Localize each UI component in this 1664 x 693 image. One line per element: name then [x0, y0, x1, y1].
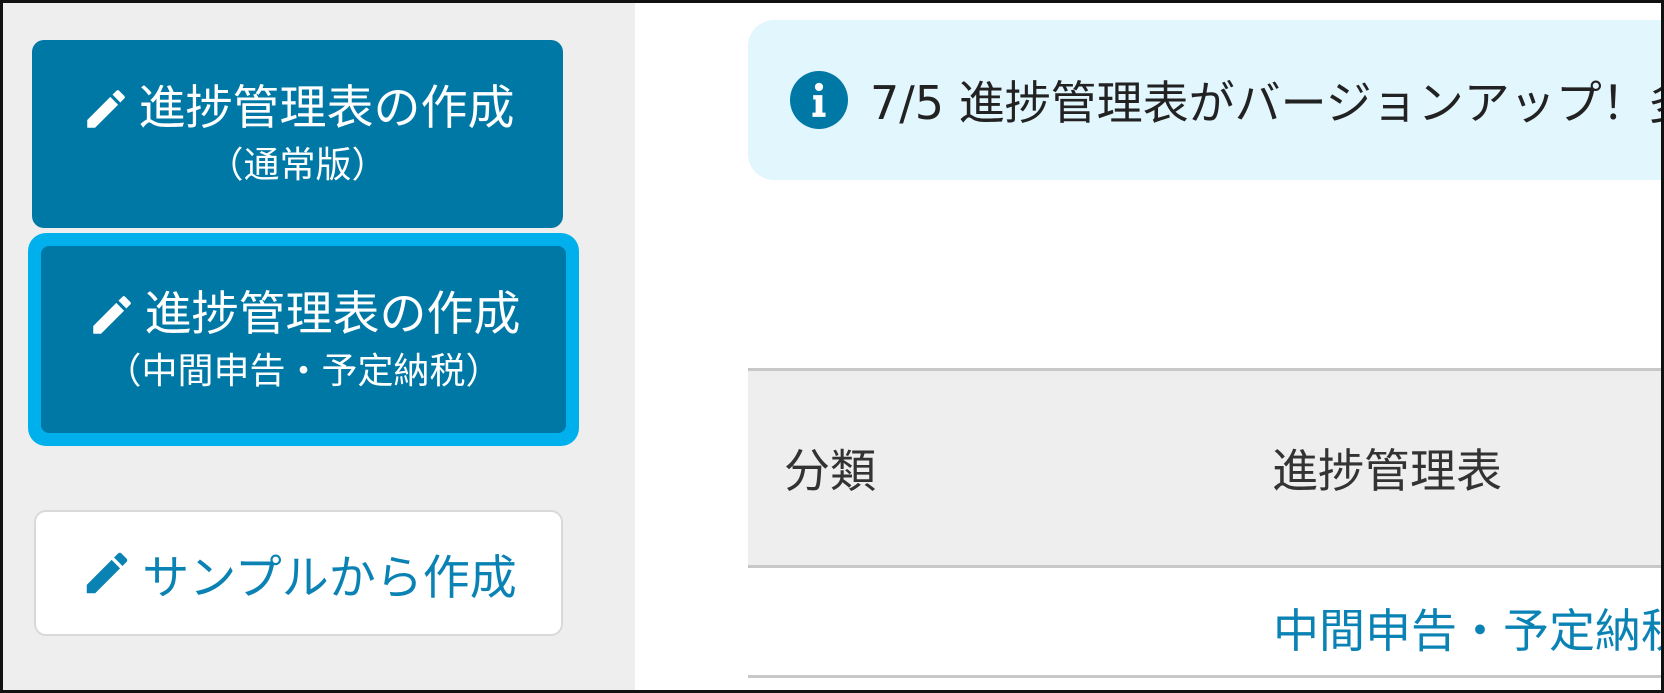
column-header-category: 分類: [784, 444, 876, 498]
pencil-icon: [86, 552, 128, 594]
button-subtitle: （中間申告・予定納税）: [105, 350, 502, 392]
button-label: サンプルから作成: [142, 550, 517, 606]
create-from-sample-button[interactable]: サンプルから作成: [34, 510, 563, 636]
pencil-icon: [86, 90, 125, 128]
button-title: 進捗管理表の作成: [138, 81, 515, 136]
button-title-row: 進捗管理表の作成: [87, 286, 521, 344]
notice-text: 7/5 進捗管理表がバージョンアップ！多: [870, 76, 1664, 130]
version-update-notice: 7/5 進捗管理表がバージョンアップ！多: [748, 20, 1664, 180]
create-progress-table-interim-button[interactable]: 進捗管理表の作成 （中間申告・予定納税）: [41, 246, 566, 433]
pencil-icon: [92, 295, 131, 334]
create-progress-table-normal-button[interactable]: 進捗管理表の作成 （通常版）: [32, 40, 563, 228]
sidebar: 進捗管理表の作成 （通常版） 進捗管理表の作成 （中間申告・予定納税） サンプル…: [3, 3, 635, 690]
button-title: 進捗管理表の作成: [144, 286, 521, 342]
progress-table-link[interactable]: 中間申告・予定納税: [1273, 593, 1661, 663]
row-divider: [748, 675, 1661, 678]
column-header-progress-table: 進捗管理表: [1272, 444, 1502, 498]
info-icon: [790, 71, 848, 129]
button-title-row: 進捗管理表の作成: [81, 80, 515, 138]
table-header: 分類 進捗管理表: [748, 368, 1661, 568]
app-window: 進捗管理表の作成 （通常版） 進捗管理表の作成 （中間申告・予定納税） サンプル…: [0, 0, 1664, 693]
button-subtitle: （通常版）: [207, 145, 388, 186]
